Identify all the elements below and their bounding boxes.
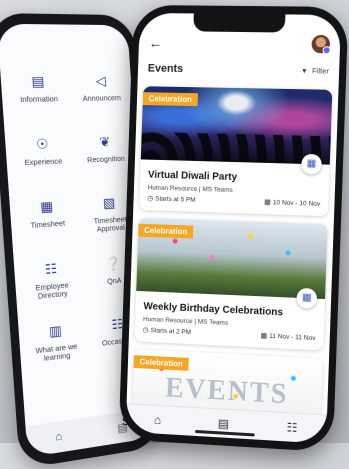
tile-employee-directory[interactable]: ☷ Employee Directory [18,257,85,312]
tile-label: Timesheet [30,218,66,231]
apps-grid-icon[interactable]: ☷ [286,420,297,435]
information-icon: ▤ [30,73,45,90]
event-card-birthday[interactable]: Celebration ▦ Weekly Birthday Celebratio… [134,217,328,351]
tile-announcements[interactable]: ◁ Announcem [69,72,134,122]
tile-label: QnA [106,275,122,286]
tile-label: Experience [24,156,63,168]
event-card-diwali[interactable]: Celebration ▦ Virtual Diwali Party Human… [139,86,333,217]
event-date: ▦ 11 Nov - 11 Nov [260,331,315,342]
megaphone-icon: ◁ [95,72,107,89]
events-list: Celebration ▦ Virtual Diwali Party Human… [132,86,333,427]
tasks-icon[interactable]: ▤ [218,416,230,431]
experience-icon: ☉ [35,135,49,153]
tile-label: Employee Directory [35,280,70,302]
event-title: Virtual Diwali Party [147,169,238,184]
page-title: Events [147,62,184,76]
back-arrow-icon[interactable]: ← [148,35,162,51]
tile-what-are-we-learning[interactable]: ▥ What are we learning [23,319,90,376]
event-tag: Celebration [133,355,189,371]
tile-label: Information [19,94,59,105]
event-date-text: 10 Nov - 10 Nov [272,199,321,208]
events-header: Events ▼ Filter [138,60,340,83]
home-icon[interactable]: ⌂ [55,430,63,443]
clock-icon: ◷ [147,195,154,203]
event-time: ◷ Starts at 5 PM [147,194,196,204]
filter-button[interactable]: ▼ Filter [300,66,330,76]
event-tag: Celebration [142,92,198,107]
event-date: ▦ 10 Nov - 10 Nov [264,198,320,208]
clock-icon: ◷ [142,326,149,335]
home-icon[interactable]: ⌂ [154,413,162,427]
tile-timesheet[interactable]: ▦ Timesheet [14,196,81,250]
tile-information[interactable]: ▤ Information [5,72,73,123]
event-time-text: Starts at 2 PM [150,327,192,337]
event-tag: Celebration [138,223,194,239]
front-phone: ← Events ▼ Filter Celebration ▦ Virtual … [118,4,349,453]
filter-label: Filter [311,66,330,76]
timesheet-icon: ▦ [39,198,54,215]
notch [193,13,286,33]
filter-icon: ▼ [300,68,308,76]
event-time-text: Starts at 5 PM [155,195,196,204]
tile-experience[interactable]: ☉ Experience [9,134,77,187]
calendar-icon: ▦ [260,332,268,340]
event-image-concert: Celebration ▦ [140,86,333,175]
recognition-icon: ❦ [98,133,111,150]
calendar-icon: ▦ [264,199,271,207]
tile-label: Announcem [82,93,122,103]
tile-label: Recognition [86,153,126,165]
event-time: ◷ Starts at 2 PM [143,326,192,336]
what-are-we-learning-icon: ▥ [48,322,63,340]
event-date-text: 11 Nov - 11 Nov [269,332,316,343]
event-meta: ◷ Starts at 5 PM ▦ 10 Nov - 10 Nov [147,194,320,208]
event-image-confetti: Celebration ▦ [136,217,328,309]
front-phone-screen: ← Events ▼ Filter Celebration ▦ Virtual … [125,12,342,444]
employee-directory-icon: ☷ [44,260,58,278]
tile-label: What are we learning [35,341,78,364]
timesheet-approval-icon: ▧ [102,194,116,211]
avatar[interactable] [311,34,331,54]
qna-icon: ❔ [104,255,122,272]
top-bar: ← [138,31,340,60]
